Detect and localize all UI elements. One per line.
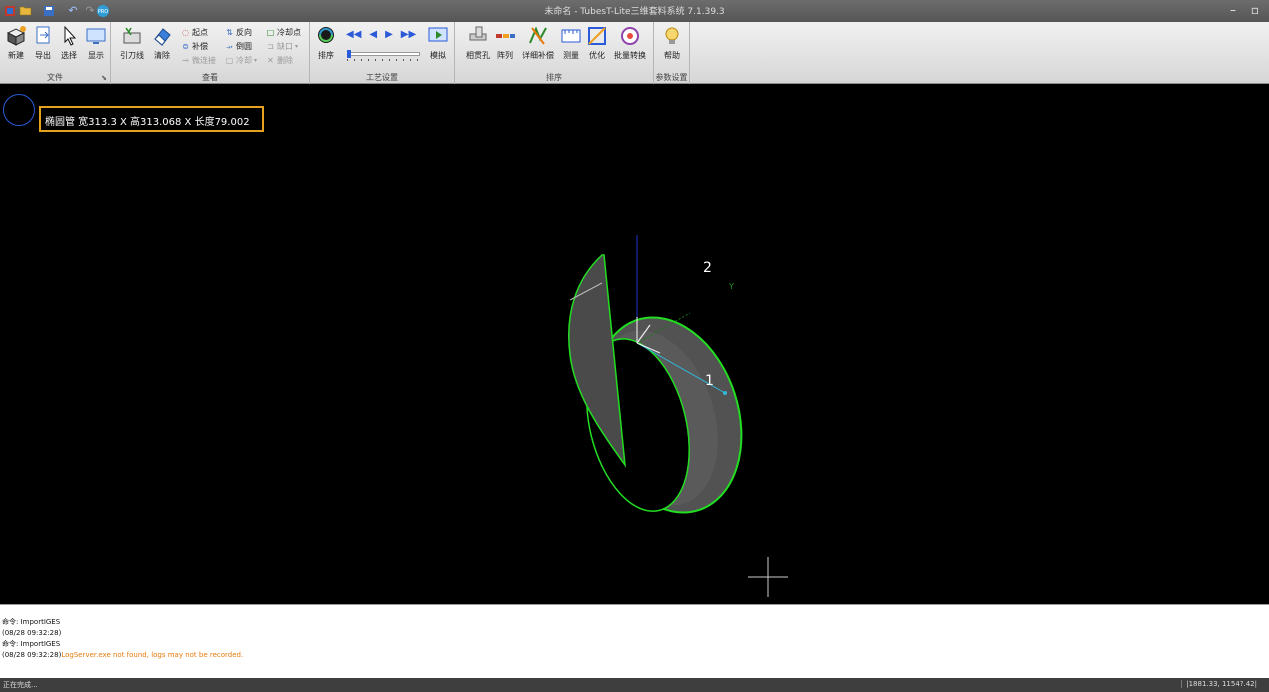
3d-viewport[interactable]: 椭圆管 宽313.3 X 高313.068 X 长度79.002 2 1 Y [0,85,1269,604]
minimize-button[interactable]: – [1224,3,1242,18]
detail-comp-icon [527,25,549,47]
axis-y-label: Y [728,282,734,291]
eraser-icon [151,25,173,47]
cooling-point-icon: □ [266,28,275,37]
select-button[interactable]: 选择 [55,25,83,65]
micro-joint-button[interactable]: ⊸ 微连接 [181,54,216,67]
dialog-launcher-icon[interactable]: ⬊ [101,74,107,82]
cursor-icon [58,25,80,47]
status-bar: 正在完成... |1881.33, 1154?.42| [0,678,1269,692]
rewind-icon[interactable]: ◀◀ [346,29,361,40]
simulate-button[interactable]: 模拟 [424,25,452,65]
sort-globe-icon [315,25,337,47]
simulation-slider[interactable] [347,50,420,58]
chamfer-icon: ⤞ [226,42,233,51]
chamfer-button[interactable]: ⤞ 倒圆 [225,40,252,53]
batch-convert-icon [619,25,641,47]
simulate-screen-icon [427,25,449,47]
window-title: 未命名 - TubesT-Lite三维套料系统 7.1.39.3 [544,7,725,17]
group-params: 帮助 参数设置 [654,22,690,84]
reverse-button[interactable]: ⇅ 反向 [225,26,252,39]
notch-icon: ⊐ [267,42,274,51]
export-icon [32,25,54,47]
sort-button[interactable]: 排序 [312,25,340,65]
start-point-icon: ◌ [182,28,189,37]
optimize-button[interactable]: 优化 [583,25,611,65]
label-1: 1 [705,373,714,389]
lead-line-button[interactable]: 引刀线 [118,25,146,65]
status-text: 正在完成... [3,681,38,689]
delete-button[interactable]: ✕ 删除 [266,54,293,67]
new-cube-icon [5,25,27,47]
batch-convert-button[interactable]: 批量转换 [611,25,649,65]
array-icon [494,25,516,47]
cooling-button[interactable]: ▢ 冷却 ▾ [225,54,257,67]
start-point-button[interactable]: ◌ 起点 [181,26,208,39]
pipe-hole-icon [467,25,489,47]
compensation-icon: ⊜ [182,42,189,51]
command-log-panel: 命令: ImportIGES (08/28 09:32:28) 命令: Impo… [0,604,1269,678]
slider-ticks [347,59,420,61]
group-view: 引刀线 清除 ◌ 起点 ⊜ 补偿 ⊸ 微连接 ⇅ 反向 ⤞ 倒圆 ▢ 冷却 ▾ □ 冷却点 ⊐ 缺… [111,22,310,84]
group-sort: 相贯孔 阵列 详细补偿 测量 优化 批量转换 排序 [455,22,654,84]
compensation-button[interactable]: ⊜ 补偿 [181,40,208,53]
slider-thumb[interactable] [347,50,351,58]
label-2: 2 [703,260,712,276]
step-forward-icon[interactable]: ▶ [385,29,393,40]
help-button[interactable]: 帮助 [658,25,686,65]
display-button[interactable]: 显示 [82,25,110,65]
notch-button[interactable]: ⊐ 缺口 ▾ [266,40,298,53]
group-process: 排序 ◀◀ ◀ ▶ ▶▶ 模拟 工艺设置 [310,22,455,84]
step-back-icon[interactable]: ◀ [369,29,377,40]
new-button[interactable]: 新建 [2,25,30,65]
clear-button[interactable]: 清除 [148,25,176,65]
x-axis-end-icon [723,391,727,395]
lightbulb-icon [661,25,683,47]
cooling-dropdown-icon[interactable]: ▾ [254,57,257,64]
measure-button[interactable]: 测量 [557,25,585,65]
array-button[interactable]: 阵列 [491,25,519,65]
optimize-icon [586,25,608,47]
playback-controls: ◀◀ ◀ ▶ ▶▶ [346,29,416,40]
monitor-icon [85,25,107,47]
log-line: 命令: ImportIGES [2,640,61,648]
micro-joint-icon: ⊸ [182,56,189,65]
tube-model[interactable]: 2 1 Y [0,85,1269,604]
restore-button[interactable]: ▫ [1246,3,1264,18]
cooling-point-button[interactable]: □ 冷却点 [266,26,301,39]
lead-line-icon [121,25,143,47]
reverse-icon: ⇅ [226,28,233,37]
export-button[interactable]: 导出 [29,25,57,65]
detail-comp-button[interactable]: 详细补偿 [521,25,555,65]
measure-ruler-icon [560,25,582,47]
group-file: 新建 导出 选择 显示 文件 ⬊ [0,22,111,84]
log-line: 命令: ImportIGES [2,618,61,626]
title-bar: ↶ ↷ PRO 未命名 - TubesT-Lite三维套料系统 7.1.39.3… [0,0,1269,22]
coordinates-readout: |1881.33, 1154?.42| [1181,680,1257,688]
cooling-icon: ▢ [225,56,234,65]
fast-forward-icon[interactable]: ▶▶ [401,29,416,40]
ribbon: 新建 导出 选择 显示 文件 ⬊ 引刀线 清除 ◌ 起点 ⊜ 补偿 ⊸ 微连接 ⇅ 反向… [0,22,1269,84]
log-line: (08/28 09:32:28) [2,629,62,637]
notch-dropdown-icon[interactable]: ▾ [295,43,298,50]
delete-x-icon: ✕ [267,56,274,65]
log-line: (08/28 09:32:28)LogServer.exe not found,… [2,651,244,659]
